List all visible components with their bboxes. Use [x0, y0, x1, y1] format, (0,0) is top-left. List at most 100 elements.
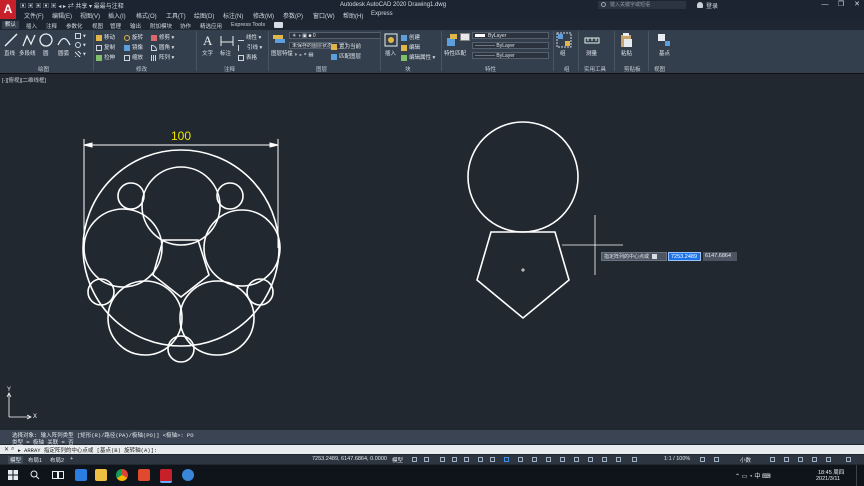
scale-button[interactable]: 缩放: [124, 53, 143, 61]
menu-tools[interactable]: 工具(T): [166, 11, 186, 20]
model-space-button[interactable]: 模型: [392, 456, 403, 464]
arc-button[interactable]: 圆弧: [58, 49, 69, 57]
menu-window[interactable]: 窗口(W): [313, 11, 335, 20]
panel-modify-label[interactable]: 修改: [136, 65, 147, 73]
layer-dropdown[interactable]: ☀ ◑ ▣ ■ 0: [289, 32, 381, 39]
polyline-button[interactable]: 多段线: [19, 49, 36, 57]
group-button[interactable]: 组: [560, 49, 566, 57]
clean-screen-icon[interactable]: [826, 457, 831, 462]
dynamic-ucs-icon[interactable]: [560, 457, 565, 462]
array-button[interactable]: 阵列 ▾: [151, 53, 174, 61]
match-properties-button[interactable]: 特性匹配: [444, 49, 466, 57]
chrome-icon[interactable]: [116, 469, 128, 481]
tab-output[interactable]: 输出: [130, 22, 141, 30]
lineweight-dropdown[interactable]: ———— ByLayer: [472, 52, 549, 59]
system-tray-icons[interactable]: ⌃ ▭ ◔ 中 ⌨: [735, 471, 771, 480]
panel-view-label[interactable]: 视图: [654, 65, 665, 73]
search-command-icon[interactable]: ⌕: [11, 446, 14, 453]
app-icon[interactable]: [182, 469, 194, 481]
tab-featured-apps[interactable]: 精选应用: [200, 22, 222, 30]
menu-format[interactable]: 格式(O): [136, 11, 157, 20]
login-button[interactable]: 登录: [706, 1, 718, 10]
ribbon-toggle-icon[interactable]: [274, 22, 283, 28]
workspace-gear-icon[interactable]: [700, 457, 705, 462]
panel-properties-label[interactable]: 特性: [485, 65, 496, 73]
tab-addins[interactable]: 附加模块: [150, 22, 172, 30]
command-input[interactable]: ▸ ARRAY 指定阵列的中心点或 [基点(B) 旋转轴(A)]:: [18, 446, 157, 454]
coordinates-readout[interactable]: 7253.2489, 6147.6864, 0.0000: [312, 456, 387, 462]
snap-icon[interactable]: [424, 457, 429, 462]
measure-button[interactable]: 测量: [586, 49, 597, 57]
circle-button[interactable]: 圆: [43, 49, 49, 57]
base-point-button[interactable]: 基点: [659, 49, 670, 57]
draw-tools-row-2[interactable]: ▾: [75, 42, 86, 48]
linetype-dropdown[interactable]: ———— ByLayer: [472, 42, 549, 49]
menu-edit[interactable]: 编辑(E): [52, 11, 72, 20]
search-input[interactable]: 键入关键字或短语: [598, 1, 686, 9]
menu-express[interactable]: Express: [371, 11, 393, 17]
copy-button[interactable]: 复制: [96, 43, 115, 51]
menu-file[interactable]: 文件(F): [24, 11, 44, 20]
autocad-taskbar-icon[interactable]: [160, 469, 172, 483]
restore-button[interactable]: ❐: [834, 0, 848, 10]
layout2-tab[interactable]: 布局2: [50, 456, 64, 464]
isolate-objects-icon[interactable]: [798, 457, 803, 462]
menu-insert[interactable]: 插入(I): [108, 11, 126, 20]
edit-attributes-button[interactable]: 编辑属性 ▾: [401, 53, 435, 61]
layout1-tab[interactable]: 布局1: [28, 456, 42, 464]
text-button[interactable]: 文字: [202, 49, 213, 57]
menu-parametric[interactable]: 参数(P): [283, 11, 303, 20]
file-explorer-icon[interactable]: [95, 469, 107, 481]
tab-annotate[interactable]: 注释: [46, 22, 57, 30]
menu-modify[interactable]: 修改(M): [253, 11, 274, 20]
add-layout-button[interactable]: +: [70, 456, 73, 462]
panel-clipboard-label[interactable]: 剪贴板: [624, 65, 641, 73]
clock-time[interactable]: 18:45 周四: [818, 468, 844, 476]
linear-dim-button[interactable]: 线性 ▾: [238, 33, 261, 42]
layer-tools-row[interactable]: ◐ ◑ ◒ ◓ ▤: [289, 52, 314, 58]
ortho-icon[interactable]: [440, 457, 445, 462]
panel-block-label[interactable]: 块: [405, 65, 411, 73]
object-snap-icon[interactable]: [490, 457, 495, 462]
line-button[interactable]: 直线: [4, 49, 15, 57]
quick-access-toolbar[interactable]: ▣ ▣ ▣ ▣ ▣ ◂ ▸ ⇄ 共享 ▾ 最最与注释: [20, 1, 124, 10]
move-button[interactable]: 移动: [96, 33, 115, 41]
annotation-visibility-icon[interactable]: [602, 457, 607, 462]
transparency-icon[interactable]: [518, 457, 523, 462]
panel-groups-label[interactable]: 组: [564, 65, 570, 73]
minimize-button[interactable]: —: [818, 0, 832, 10]
stretch-button[interactable]: 拉伸: [96, 53, 115, 61]
object-snap-tracking-icon[interactable]: [478, 457, 483, 462]
fillet-button[interactable]: 圆角 ▾: [151, 43, 174, 51]
panel-utilities-label[interactable]: 实用工具: [584, 65, 606, 73]
rotate-button[interactable]: 旋转: [124, 33, 143, 41]
make-current-button[interactable]: 置为当前: [331, 42, 361, 50]
show-desktop-button[interactable]: [856, 465, 864, 486]
panel-draw-label[interactable]: 绘图: [38, 65, 49, 73]
lineweight-icon[interactable]: [504, 457, 509, 462]
clock-date[interactable]: 2021/3/11: [816, 476, 840, 482]
close-command-icon[interactable]: ✕: [4, 446, 9, 453]
dimension-button[interactable]: 标注: [220, 49, 231, 57]
menu-dimension[interactable]: 标注(N): [223, 11, 243, 20]
tab-insert[interactable]: 插入: [26, 22, 37, 30]
auto-scale-icon[interactable]: [616, 457, 621, 462]
windows-start-icon[interactable]: [8, 470, 18, 480]
tab-parametric[interactable]: 参数化: [66, 22, 83, 30]
app-icon[interactable]: [138, 469, 150, 481]
close-button[interactable]: ✕: [850, 0, 864, 10]
selection-filter-icon[interactable]: [574, 457, 579, 462]
table-button[interactable]: 表格: [238, 53, 257, 61]
draw-tools-row-1[interactable]: ▾: [75, 33, 86, 39]
panel-layers-label[interactable]: 图层: [316, 65, 327, 73]
3d-osnap-icon[interactable]: [546, 457, 551, 462]
model-tab[interactable]: 模型: [8, 456, 24, 464]
quick-properties-icon[interactable]: [770, 457, 775, 462]
selection-cycling-icon[interactable]: [532, 457, 537, 462]
annotation-monitor-icon[interactable]: [714, 457, 719, 462]
menu-view[interactable]: 视图(V): [80, 11, 100, 20]
application-menu-button[interactable]: A: [0, 0, 16, 19]
mirror-button[interactable]: 镜像: [124, 43, 143, 51]
polar-icon[interactable]: [452, 457, 457, 462]
tab-express-tools[interactable]: Express Tools: [231, 22, 265, 28]
